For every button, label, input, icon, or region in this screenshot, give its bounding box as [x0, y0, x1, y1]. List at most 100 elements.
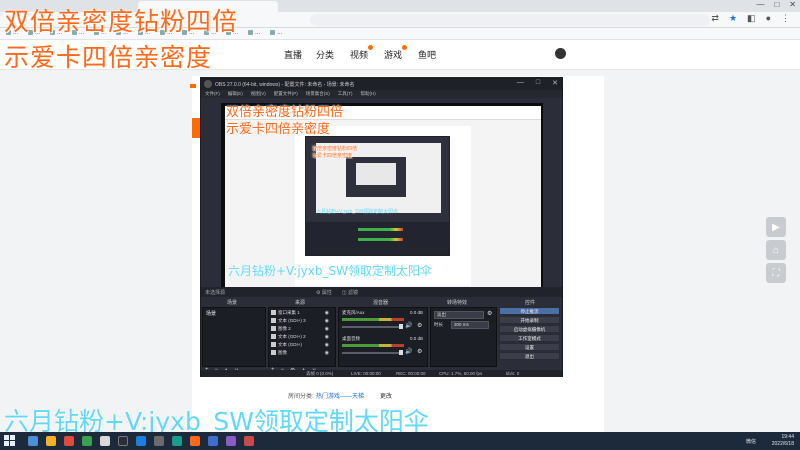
preview-audio-meter — [358, 238, 403, 241]
speaker-icon[interactable]: 🔊 — [405, 348, 412, 355]
source-item[interactable]: 图像 2 ◉ — [271, 326, 335, 333]
taskbar-app-icon[interactable] — [154, 436, 164, 446]
bookmark-favicon — [248, 30, 254, 36]
minimize-icon[interactable]: — — [756, 0, 764, 12]
translate-icon[interactable]: ⇄ — [711, 13, 719, 24]
menu-help[interactable]: 帮助(H) — [361, 91, 376, 97]
menu-edit[interactable]: 编辑(E) — [228, 91, 243, 97]
gear-icon[interactable]: ⚙ — [417, 322, 422, 329]
mixer-dock-title: 混音器 — [373, 300, 389, 306]
browser-menu-icon[interactable]: ⋮ — [781, 13, 790, 24]
eye-icon[interactable]: ◉ — [325, 350, 329, 356]
taskbar-app-icon[interactable] — [64, 436, 74, 446]
play-icon[interactable]: ▶ — [766, 217, 786, 237]
home-icon[interactable]: ⌂ — [766, 240, 786, 260]
stop-streaming-button[interactable]: 停止推流 — [499, 307, 560, 315]
wechat-icon[interactable] — [172, 436, 182, 446]
taskview-icon[interactable] — [28, 436, 38, 446]
windows-start-icon[interactable] — [4, 435, 15, 446]
url-field[interactable] — [310, 14, 710, 26]
scenes-dock: 场景 + − ∧ ∨ — [202, 307, 266, 374]
nav-games[interactable]: 游戏 — [384, 48, 402, 61]
file-explorer-icon[interactable] — [46, 436, 56, 446]
source-item[interactable]: 窗口采集 1 ◉ — [271, 310, 335, 317]
speaker-icon[interactable]: 🔊 — [405, 322, 412, 329]
image-icon — [271, 326, 276, 332]
source-item[interactable]: 文本 (GDI+) ◉ — [271, 342, 335, 349]
cpu-fps: CPU: 1.7%, 60.00 fps — [439, 371, 483, 376]
taskbar-app-icon[interactable] — [208, 436, 218, 446]
system-clock[interactable]: 19:44 2022/6/18 — [772, 434, 794, 448]
scene-item[interactable]: 场景 — [204, 310, 264, 317]
properties-button[interactable]: ⚙ 属性 — [316, 289, 332, 296]
accent-marker — [190, 84, 196, 88]
exit-button[interactable]: 退出 — [499, 352, 560, 360]
gear-icon[interactable]: ⚙ — [417, 348, 422, 355]
fullscreen-icon[interactable]: ⛶ — [766, 263, 786, 283]
sources-dock: 窗口采集 1 ◉ 文本 (GDI+) 3 ◉ 图像 2 ◉ 文本 (GDI+) 2 ◉ … — [268, 307, 336, 374]
close-icon[interactable]: ✕ — [552, 79, 558, 87]
profile-icon[interactable]: ● — [766, 13, 771, 24]
source-item[interactable]: 文本 (GDI+) 2 ◉ — [271, 334, 335, 341]
taskbar-app-icon[interactable] — [226, 436, 236, 446]
nav-category[interactable]: 分类 — [316, 48, 334, 61]
maximize-icon[interactable]: □ — [536, 79, 540, 87]
scenes-dock-title: 场景 — [227, 300, 238, 306]
controls-dock: 停止推流 开始录制 启动虚拟摄像机 工作室模式 设置 退出 — [499, 307, 561, 367]
extension-icon[interactable]: ◧ — [747, 13, 756, 24]
audio-meter — [342, 318, 404, 321]
taskbar-app-icon[interactable] — [82, 436, 92, 446]
obs-logo-icon — [204, 80, 212, 88]
minimize-icon[interactable]: — — [517, 79, 524, 87]
studio-mode-button[interactable]: 工作室模式 — [499, 334, 560, 342]
source-item[interactable]: 图像 ◉ — [271, 350, 335, 357]
gear-icon: ⚙ — [316, 290, 321, 296]
volume-slider-handle[interactable] — [399, 324, 403, 329]
menu-profile[interactable]: 配置文件(P) — [274, 91, 298, 97]
bookmark-item[interactable]: ... — [270, 30, 282, 37]
source-item[interactable]: 文本 (GDI+) 3 ◉ — [271, 318, 335, 325]
menu-scene-collection[interactable]: 场景集合(S) — [306, 91, 330, 97]
taskbar-app-icon[interactable] — [190, 436, 200, 446]
filters-button[interactable]: ◫ 滤镜 — [342, 289, 358, 296]
maximize-icon[interactable]: □ — [774, 0, 779, 12]
transition-select[interactable]: 淡出 — [434, 311, 484, 319]
obs-title-bar: OBS 27.0.0 (64-bit, windows) - 配置文件: 未命名… — [201, 78, 562, 90]
nested-promo-line2: 示爱卡四倍亲密度 — [312, 153, 353, 159]
filter-icon: ◫ — [341, 290, 347, 296]
start-virtual-camera-button[interactable]: 启动虚拟摄像机 — [499, 325, 560, 333]
chrome-icon[interactable] — [100, 436, 110, 446]
duration-input[interactable]: 300 ms — [451, 321, 489, 329]
obs-status-bar: 丢帧 0 (0.0%) LIVE: 00:00:00 REC: 00:00:00… — [201, 370, 562, 377]
menu-view[interactable]: 视图(V) — [251, 91, 266, 97]
preview-audio-meter — [358, 228, 403, 231]
eye-icon[interactable]: ◉ — [325, 334, 329, 340]
nav-video[interactable]: 视频 — [350, 48, 368, 61]
volume-slider[interactable] — [342, 352, 400, 354]
eye-icon[interactable]: ◉ — [325, 326, 329, 332]
preview-promo-bottom: 六月钻粉+V:jyxb_SW领取定制太阳伞 — [228, 264, 432, 278]
nav-live[interactable]: 直播 — [284, 48, 302, 61]
avatar[interactable] — [555, 48, 566, 59]
start-recording-button[interactable]: 开始录制 — [499, 316, 560, 324]
close-icon[interactable]: ✕ — [789, 0, 796, 12]
bookmark-star-icon[interactable]: ★ — [729, 13, 737, 24]
volume-slider[interactable] — [342, 326, 400, 328]
change-category-button[interactable]: 更改 — [380, 391, 392, 400]
nav-fishbar[interactable]: 鱼吧 — [418, 48, 436, 61]
bookmark-item[interactable]: ... — [248, 30, 260, 37]
taskbar-app-icon[interactable] — [244, 436, 254, 446]
menu-file[interactable]: 文件(F) — [205, 91, 220, 97]
menu-tools[interactable]: 工具(T) — [338, 91, 353, 97]
input-method-indicator[interactable]: 微信 — [746, 438, 756, 445]
room-category-link[interactable]: 热门游戏——天梯 — [316, 391, 364, 400]
settings-button[interactable]: 设置 — [499, 343, 560, 351]
eye-icon[interactable]: ◉ — [325, 342, 329, 348]
source-toolbar-actions: ⚙ 属性 ◫ 滤镜 — [316, 289, 358, 296]
taskbar-app-icon[interactable] — [136, 436, 146, 446]
gear-icon[interactable]: ⚙ — [487, 310, 492, 317]
eye-icon[interactable]: ◉ — [325, 318, 329, 324]
obs-icon[interactable] — [118, 436, 128, 446]
volume-slider-handle[interactable] — [399, 350, 403, 355]
eye-icon[interactable]: ◉ — [325, 310, 329, 316]
